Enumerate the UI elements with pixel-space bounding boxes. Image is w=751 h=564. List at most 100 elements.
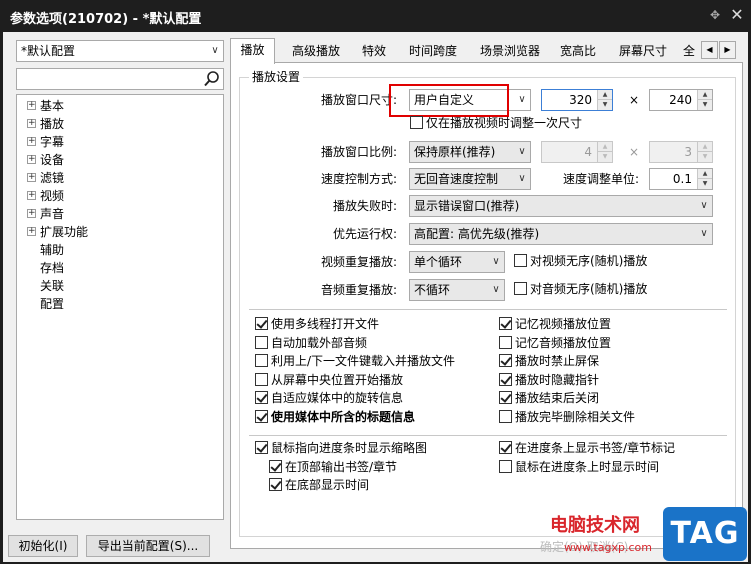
checkbox-box[interactable] [255, 441, 268, 454]
tree-item[interactable]: 辅助 [27, 241, 64, 259]
speed-unit-spin[interactable]: 0.1 ▲ ▼ [649, 168, 713, 190]
checkbox-box[interactable] [255, 317, 268, 330]
tab-4[interactable]: 场景浏览器 [473, 40, 547, 62]
checkbox-box[interactable] [255, 372, 268, 386]
on-fail-select[interactable]: 显示错误窗口(推荐) ∨ [409, 195, 713, 217]
close-icon[interactable]: ✕ [729, 6, 745, 24]
separator [249, 309, 727, 310]
option-checkbox[interactable]: 播放完毕删除相关文件 [499, 410, 635, 426]
tab-0[interactable]: 播放 [230, 38, 275, 64]
option-checkbox[interactable]: 使用媒体中所含的标题信息 [255, 410, 415, 426]
expand-icon[interactable]: + [27, 137, 36, 146]
window-height-spin[interactable]: 240 ▲ ▼ [649, 89, 713, 111]
tree-item-label: 基本 [40, 99, 65, 113]
tab-1[interactable]: 高级播放 [283, 40, 349, 62]
option-checkbox[interactable]: 利用上/下一文件键载入并播放文件 [255, 354, 455, 370]
option-checkbox[interactable]: 记忆音频播放位置 [499, 335, 611, 352]
tree-item[interactable]: + 声音 [27, 205, 64, 223]
window-width-stepper[interactable]: ▲ ▼ [597, 90, 612, 110]
tree-item[interactable]: 关联 [27, 277, 64, 295]
expand-icon[interactable]: + [27, 101, 36, 110]
expand-icon[interactable]: + [27, 227, 36, 236]
tree-item[interactable]: + 视频 [27, 187, 64, 205]
checkbox-box[interactable] [255, 354, 268, 368]
down-arrow-icon[interactable]: ▼ [598, 100, 612, 110]
checkbox-box[interactable] [499, 354, 512, 368]
audio-random-checkbox[interactable]: 对音频无序(随机)播放 [514, 282, 647, 298]
option-checkbox[interactable]: 自适应媒体中的旋转信息 [255, 391, 403, 407]
tab-6[interactable]: 屏幕尺寸 [609, 40, 677, 62]
option-checkbox[interactable]: 从屏幕中央位置开始播放 [255, 372, 403, 389]
aspect-select[interactable]: 保持原样(推荐) ∨ [409, 141, 531, 163]
checkbox-box[interactable] [255, 410, 268, 423]
tree-item[interactable]: + 字幕 [27, 133, 64, 151]
up-arrow-icon[interactable]: ▲ [598, 90, 612, 100]
tree-item[interactable]: 配置 [27, 295, 64, 313]
tree-item[interactable]: + 扩展功能 [27, 223, 88, 241]
tab-scroll-left[interactable]: ◀ [701, 41, 718, 59]
expand-icon[interactable]: + [27, 191, 36, 200]
option-checkbox[interactable]: 在进度条上显示书签/章节标记 [499, 441, 675, 457]
profile-select[interactable]: *默认配置 ∨ [16, 40, 224, 62]
window-width-spin[interactable]: 320 ▲ ▼ [541, 89, 613, 111]
checkbox-box[interactable] [255, 391, 268, 405]
up-arrow-icon[interactable]: ▲ [698, 90, 712, 100]
tab-5[interactable]: 宽高比 [553, 40, 603, 62]
video-random-checkbox[interactable]: 对视频无序(随机)播放 [514, 254, 647, 270]
tab-scroll-right[interactable]: ▶ [719, 41, 736, 59]
expand-icon[interactable]: + [27, 173, 36, 182]
tree-item[interactable]: 存档 [27, 259, 64, 277]
tree-item[interactable]: + 基本 [27, 97, 64, 115]
checkbox-box[interactable] [499, 391, 512, 405]
pin-icon[interactable]: ✥ [708, 8, 722, 22]
reset-button[interactable]: 初始化(I) [8, 535, 78, 557]
expand-icon[interactable]: + [27, 119, 36, 128]
checkbox-box[interactable] [499, 410, 512, 423]
speed-unit-stepper[interactable]: ▲ ▼ [697, 169, 712, 189]
tab-3[interactable]: 时间跨度 [399, 40, 467, 62]
option-checkbox[interactable]: 鼠标指向进度条时显示缩略图 [255, 441, 427, 457]
checkbox-box[interactable] [514, 282, 527, 295]
category-tree[interactable]: + 基本 + 播放 + 字幕 + 设备 + 滤镜 + 视频 + 声音 + 扩展功能 辅助 存档 关联 配置 [16, 94, 224, 520]
search-icon[interactable] [203, 70, 221, 88]
priority-select[interactable]: 高配置: 高优先级(推荐) ∨ [409, 223, 713, 245]
expand-icon[interactable]: + [27, 209, 36, 218]
video-repeat-select[interactable]: 单个循环 ∨ [409, 251, 505, 273]
tab-7[interactable]: 全 [683, 40, 701, 62]
speed-mode-select[interactable]: 无回音速度控制 ∨ [409, 168, 531, 190]
checkbox-box[interactable] [269, 478, 282, 492]
option-checkbox[interactable]: 使用多线程打开文件 [255, 317, 379, 333]
up-arrow-icon[interactable]: ▲ [698, 169, 712, 179]
option-checkbox[interactable]: 鼠标在进度条上时显示时间 [499, 459, 659, 476]
profile-select-value: *默认配置 [21, 44, 76, 58]
window-height-stepper[interactable]: ▲ ▼ [697, 90, 712, 110]
tab-2[interactable]: 特效 [355, 40, 393, 62]
checkbox-box[interactable] [410, 116, 423, 129]
down-arrow-icon[interactable]: ▼ [698, 100, 712, 110]
option-checkbox[interactable]: 播放时禁止屏保 [499, 354, 599, 370]
option-checkbox[interactable]: 播放结束后关闭 [499, 391, 599, 407]
down-arrow-icon[interactable]: ▼ [698, 179, 712, 189]
checkbox-box[interactable] [499, 459, 512, 473]
option-checkbox[interactable]: 在顶部输出书签/章节 [269, 459, 397, 476]
option-checkbox[interactable]: 记忆视频播放位置 [499, 317, 611, 333]
option-checkbox[interactable]: 播放时隐藏指针 [499, 372, 599, 389]
tree-item[interactable]: + 播放 [27, 115, 64, 133]
adjust-once-checkbox[interactable]: 仅在播放视频时调整一次尺寸 [410, 116, 582, 132]
checkbox-box[interactable] [499, 335, 512, 349]
tree-item[interactable]: + 滤镜 [27, 169, 64, 187]
checkbox-box[interactable] [269, 459, 282, 473]
checkbox-box[interactable] [499, 372, 512, 386]
export-config-button[interactable]: 导出当前配置(S)... [86, 535, 210, 557]
times-sign: × [629, 93, 640, 107]
checkbox-box[interactable] [514, 254, 527, 267]
checkbox-box[interactable] [499, 441, 512, 454]
tree-item[interactable]: + 设备 [27, 151, 64, 169]
checkbox-box[interactable] [255, 335, 268, 349]
search-input[interactable] [16, 68, 224, 90]
option-checkbox[interactable]: 在底部显示时间 [269, 478, 369, 494]
checkbox-box[interactable] [499, 317, 512, 330]
audio-repeat-select[interactable]: 不循环 ∨ [409, 279, 505, 301]
option-checkbox[interactable]: 自动加载外部音频 [255, 335, 367, 352]
expand-icon[interactable]: + [27, 155, 36, 164]
